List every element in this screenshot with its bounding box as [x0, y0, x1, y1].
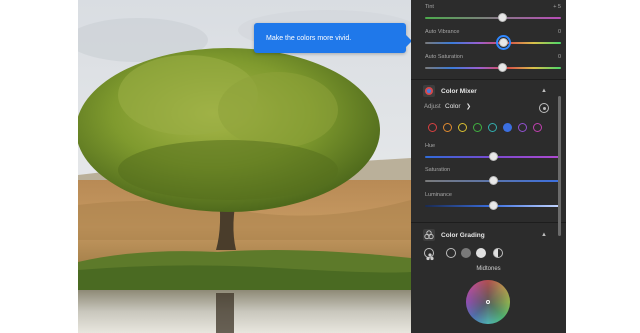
target-adjust-icon[interactable]	[539, 103, 549, 113]
adjust-row: Adjust Color ❯	[424, 103, 554, 115]
grading-mode-buttons	[424, 248, 514, 261]
slider-track[interactable]	[425, 42, 561, 44]
color-mixer-icon	[423, 85, 435, 97]
swatch-purple[interactable]	[518, 123, 527, 132]
slider-knob[interactable]	[498, 63, 508, 72]
slider-value: 0	[557, 29, 561, 35]
tint-slider[interactable]: Tint + 5	[425, 4, 561, 26]
color-mixer-header[interactable]: Color Mixer ▲	[411, 82, 551, 100]
vibrance-tooltip: Make the colors more vivid.	[254, 23, 406, 53]
swatch-blue[interactable]	[503, 123, 512, 132]
auto-vibrance-slider[interactable]: Auto Vibrance 0	[425, 29, 561, 51]
section-divider	[411, 79, 566, 80]
adjust-label: Adjust	[424, 104, 441, 110]
chevron-up-icon[interactable]: ▲	[541, 232, 547, 238]
slider-track[interactable]	[425, 67, 561, 69]
color-grading-icon	[423, 229, 435, 241]
slider-label: Auto Vibrance	[425, 29, 460, 35]
slider-knob[interactable]	[498, 13, 508, 22]
midtones-mode-icon[interactable]	[461, 248, 471, 258]
color-wheel-handle[interactable]	[486, 300, 490, 304]
three-way-icon[interactable]	[424, 248, 434, 261]
color-grading-header[interactable]: Color Grading ▲	[411, 226, 551, 244]
slider-label: Auto Saturation	[425, 54, 463, 60]
section-title: Color Grading	[441, 231, 485, 239]
adjust-dropdown[interactable]: Color	[445, 103, 461, 110]
swatch-yellow[interactable]	[458, 123, 467, 132]
global-mode-icon[interactable]	[493, 248, 503, 258]
slider-value: + 5	[553, 4, 561, 10]
slider-value: 0	[557, 54, 561, 60]
swatch-aqua[interactable]	[488, 123, 497, 132]
auto-saturation-slider[interactable]: Auto Saturation 0	[425, 54, 561, 76]
slider-label: Tint	[425, 4, 434, 10]
chevron-down-icon[interactable]: ❯	[466, 103, 471, 110]
panel-scrollbar[interactable]	[558, 96, 561, 236]
slider-track[interactable]	[425, 17, 561, 19]
section-divider	[411, 222, 566, 223]
color-swatches	[428, 123, 548, 133]
section-title: Color Mixer	[441, 87, 477, 95]
midtones-label: Midtones	[476, 266, 501, 272]
chevron-up-icon[interactable]: ▲	[541, 88, 547, 94]
highlights-mode-icon[interactable]	[476, 248, 486, 258]
swatch-green[interactable]	[473, 123, 482, 132]
swatch-red[interactable]	[428, 123, 437, 132]
swatch-orange[interactable]	[443, 123, 452, 132]
shadows-mode-icon[interactable]	[446, 248, 456, 258]
tooltip-text: Make the colors more vivid.	[266, 34, 352, 42]
swatch-magenta[interactable]	[533, 123, 542, 132]
